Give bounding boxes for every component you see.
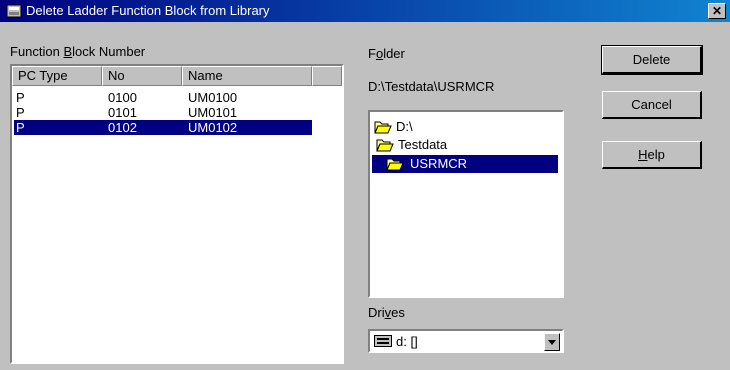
cell-name: UM0102 (188, 120, 238, 135)
folder-path: D:\Testdata\USRMCR (368, 79, 495, 94)
cell-name: UM0100 (188, 90, 238, 105)
column-pc-type[interactable]: PC Type (12, 66, 102, 86)
folder-open-icon (376, 139, 394, 152)
chevron-down-icon (548, 340, 556, 345)
tree-item-usrmcr-selected[interactable]: USRMCR (371, 154, 559, 174)
drive-icon (374, 335, 392, 347)
folder-open-icon (374, 121, 392, 134)
help-button[interactable]: Help (602, 141, 702, 169)
title-bar: Delete Ladder Function Block from Librar… (0, 0, 730, 22)
dropdown-arrow-button[interactable] (544, 333, 560, 351)
drives-select[interactable]: d: [] (368, 329, 564, 353)
tree-item-label: Testdata (398, 137, 448, 152)
table-row[interactable]: P 0100 UM0100 (12, 90, 342, 105)
folder-label: Folder (368, 46, 405, 61)
cell-pc-type: P (16, 120, 25, 135)
function-block-list[interactable]: PC Type No Name P 0100 UM0100 P 0101 UM0… (10, 64, 344, 364)
function-block-label: Function Block Number (10, 44, 146, 59)
folder-tree[interactable]: D:\ Testdata USRMCR (368, 110, 564, 298)
column-name[interactable]: Name (182, 66, 312, 86)
drives-label: Drives (368, 305, 405, 320)
cell-no: 0100 (108, 90, 137, 105)
tree-item-label: D:\ (396, 119, 413, 134)
cell-pc-type: P (16, 105, 25, 120)
close-button[interactable]: ✕ (708, 3, 726, 19)
cell-no: 0102 (108, 120, 137, 135)
cell-pc-type: P (16, 90, 25, 105)
window-title: Delete Ladder Function Block from Librar… (26, 3, 270, 18)
table-row-selected[interactable]: P 0102 UM0102 (12, 119, 342, 136)
tree-item-label: USRMCR (410, 156, 468, 171)
cell-no: 0101 (108, 105, 137, 120)
delete-button[interactable]: Delete (601, 45, 703, 75)
column-filler (312, 66, 342, 86)
column-no[interactable]: No (102, 66, 182, 86)
cancel-button[interactable]: Cancel (602, 91, 702, 119)
cell-name: UM0101 (188, 105, 238, 120)
app-icon (6, 4, 22, 18)
folder-open-icon (386, 158, 404, 171)
drives-value: d: [] (396, 334, 418, 349)
list-header: PC Type No Name (12, 66, 342, 86)
table-row[interactable]: P 0101 UM0101 (12, 105, 342, 120)
